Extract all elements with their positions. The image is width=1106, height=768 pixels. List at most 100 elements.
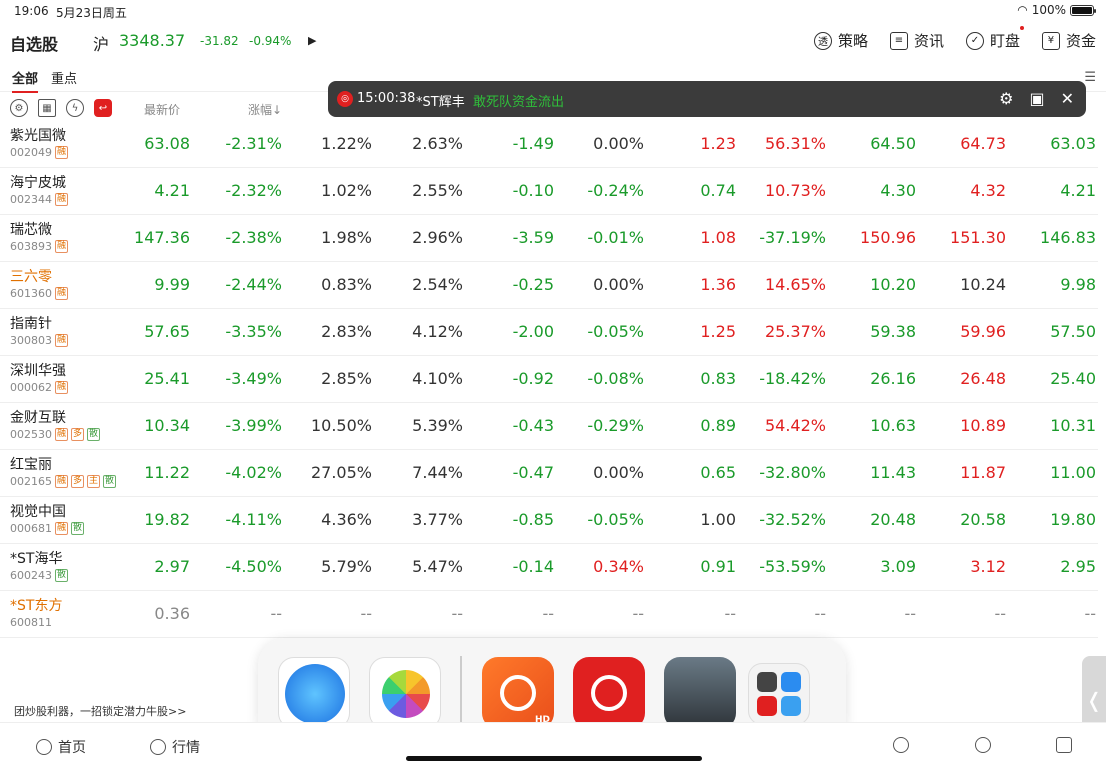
- table-cell: -0.05%: [587, 322, 644, 341]
- stock-name: 指南针: [10, 316, 52, 332]
- table-cell: 1.22%: [321, 134, 372, 153]
- stock-code: 002165: [10, 475, 52, 488]
- table-cell: -18.42%: [759, 369, 826, 388]
- table-row[interactable]: 三六零 601360 融 9.99 -2.44% 0.83% 2.54% -0.25 0.00%…: [0, 262, 1098, 309]
- picture-icon[interactable]: ▣: [1029, 89, 1044, 108]
- stock-code-line: 002049 融: [10, 146, 69, 159]
- table-row[interactable]: *ST海华 600243 散 2.97 -4.50% 5.79% 5.47% -0.14 0.3…: [0, 544, 1098, 591]
- table-row[interactable]: 深圳华强 000062 融 25.41 -3.49% 2.85% 4.10% -0.92 -0.…: [0, 356, 1098, 403]
- gear-icon[interactable]: ⚙: [999, 89, 1013, 108]
- table-cell: -37.19%: [759, 228, 826, 247]
- stock-tag: 散: [71, 522, 85, 535]
- table-cell: 10.63: [870, 416, 916, 435]
- stock-name: 紫光国微: [10, 128, 66, 144]
- stock-name: 视觉中国: [10, 504, 66, 520]
- table-cell: --: [994, 604, 1006, 623]
- settings-icon[interactable]: ⚙: [10, 99, 28, 117]
- game-app-icon[interactable]: [664, 657, 736, 729]
- table-cell: 0.74: [700, 181, 736, 200]
- nav-funds[interactable]: ¥ 资金: [1041, 30, 1096, 51]
- calendar-icon[interactable]: [1056, 737, 1072, 753]
- eastmoney-hd-app-icon[interactable]: HD: [482, 657, 554, 729]
- index-value[interactable]: 3348.37: [119, 31, 185, 50]
- table-cell: 2.85%: [321, 369, 372, 388]
- return-icon[interactable]: ↩: [94, 99, 112, 117]
- table-cell: 151.30: [950, 228, 1006, 247]
- table-cell: 0.36: [154, 604, 190, 623]
- table-cell: 5.47%: [412, 557, 463, 576]
- table-row[interactable]: 金财互联 002530 融多散 10.34 -3.99% 10.50% 5.39% -0.43…: [0, 403, 1098, 450]
- index-name[interactable]: 沪: [93, 31, 109, 55]
- nav-funds-label: 资金: [1065, 32, 1096, 50]
- home-icon: [36, 739, 52, 755]
- photos-app-icon[interactable]: [369, 657, 441, 729]
- table-cell: 25.41: [144, 369, 190, 388]
- stock-name: 瑞芯微: [10, 222, 52, 238]
- stock-code-line: 000681 融散: [10, 522, 85, 535]
- tab-home[interactable]: 首页: [36, 737, 86, 757]
- nav-news[interactable]: ≡ 资讯: [889, 30, 944, 51]
- table-cell: --: [904, 604, 916, 623]
- play-icon[interactable]: ▶: [308, 34, 316, 47]
- table-cell: --: [724, 604, 736, 623]
- battery-percent: 100%: [1031, 3, 1066, 17]
- table-cell: 10.89: [960, 416, 1006, 435]
- table-cell: 2.83%: [321, 322, 372, 341]
- table-cell: 0.00%: [593, 275, 644, 294]
- stock-name: 深圳华强: [10, 363, 66, 379]
- index-percent: -0.94%: [249, 34, 292, 48]
- tab-focus[interactable]: 重点: [51, 68, 77, 87]
- stock-name: 红宝丽: [10, 457, 52, 473]
- table-row[interactable]: *ST东方 600811 0.36 -- -- -- -- -- -- -- -- -- --: [0, 591, 1098, 638]
- table-row[interactable]: 瑞芯微 603893 融 147.36 -2.38% 1.98% 2.96% -3.59 -0.…: [0, 215, 1098, 262]
- table-cell: -2.32%: [225, 181, 282, 200]
- nav-strategy[interactable]: 透 策略: [813, 30, 868, 51]
- table-row[interactable]: 视觉中国 000681 融散 19.82 -4.11% 4.36% 3.77% -0.85 -0…: [0, 497, 1098, 544]
- table-cell: 56.31%: [764, 134, 826, 153]
- table-row[interactable]: 海宁皮城 002344 融 4.21 -2.32% 1.02% 2.55% -0.10 -0.2…: [0, 168, 1098, 215]
- tab-market[interactable]: 行情: [150, 737, 200, 757]
- table-row[interactable]: 红宝丽 002165 融多主散 11.22 -4.02% 27.05% 7.44% -0.47…: [0, 450, 1098, 497]
- bell-icon[interactable]: [893, 737, 909, 753]
- grid-icon[interactable]: ▦: [38, 99, 56, 117]
- banner-message: 敢死队资金流出: [473, 95, 565, 110]
- stock-tag: 融: [55, 146, 69, 159]
- nav-watch[interactable]: ✓ 盯盘: [965, 26, 1024, 51]
- table-row[interactable]: 指南针 300803 融 57.65 -3.35% 2.83% 4.12% -2.00 -0.0…: [0, 309, 1098, 356]
- notification-banner[interactable]: ◎ 15:00:38 *ST辉丰 敢死队资金流出 ⚙ ▣ ✕: [328, 81, 1086, 117]
- tonghuashun-app-icon[interactable]: [573, 657, 645, 729]
- stock-code-line: 601360 融: [10, 287, 69, 300]
- column-change-pct[interactable]: 涨幅↓: [248, 101, 282, 118]
- tab-home-label: 首页: [58, 740, 86, 756]
- table-cell: 64.73: [960, 134, 1006, 153]
- table-cell: -0.08%: [587, 369, 644, 388]
- table-row[interactable]: 紫光国微 002049 融 63.08 -2.31% 1.22% 2.63% -1.49 0.0…: [0, 121, 1098, 168]
- column-price[interactable]: 最新价: [144, 101, 180, 118]
- table-cell: 147.36: [134, 228, 190, 247]
- table-cell: --: [542, 604, 554, 623]
- menu-icon[interactable]: ☰: [1084, 70, 1096, 85]
- tab-all[interactable]: 全部: [12, 68, 39, 93]
- stock-tag: 散: [55, 569, 69, 582]
- search-icon[interactable]: [975, 737, 991, 753]
- stock-tag: 融: [55, 334, 69, 347]
- stock-name: *ST东方: [10, 598, 63, 614]
- safari-app-icon[interactable]: [278, 657, 350, 729]
- lightning-icon[interactable]: ϟ: [66, 99, 84, 117]
- stock-tag: 融: [55, 475, 69, 488]
- stock-tag: 主: [87, 475, 101, 488]
- stock-code: 002344: [10, 193, 52, 206]
- table-cell: 27.05%: [310, 463, 372, 482]
- table-cell: 150.96: [860, 228, 916, 247]
- table-cell: -4.11%: [225, 510, 282, 529]
- table-cell: 54.42%: [764, 416, 826, 435]
- table-cell: -53.59%: [759, 557, 826, 576]
- wifi-icon: ◠: [1017, 3, 1028, 17]
- table-cell: 14.65%: [764, 275, 826, 294]
- stock-code-line: 600811: [10, 616, 52, 629]
- table-cell: 9.99: [154, 275, 190, 294]
- promo-text[interactable]: 团炒股利器，一招锁定潜力牛股>>: [14, 703, 186, 719]
- close-icon[interactable]: ✕: [1061, 89, 1074, 108]
- app-folder-icon[interactable]: [748, 663, 810, 725]
- bottom-tabbar: 首页 行情: [0, 722, 1106, 768]
